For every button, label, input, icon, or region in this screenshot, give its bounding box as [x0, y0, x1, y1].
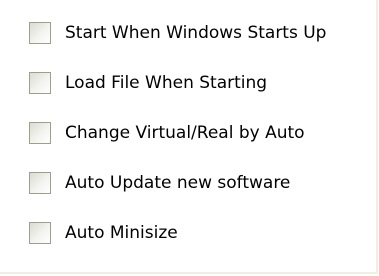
auto-update-label[interactable]: Auto Update new software	[65, 172, 290, 194]
change-virtual-real-label[interactable]: Change Virtual/Real by Auto	[65, 122, 305, 144]
auto-minisize-option[interactable]: Auto Minisize	[29, 222, 326, 244]
change-virtual-real-checkbox[interactable]	[29, 122, 51, 144]
options-panel: Start When Windows Starts Up Load File W…	[0, 0, 378, 274]
change-virtual-real-option[interactable]: Change Virtual/Real by Auto	[29, 122, 326, 144]
auto-update-option[interactable]: Auto Update new software	[29, 172, 326, 194]
load-file-when-starting-checkbox[interactable]	[29, 72, 51, 94]
start-with-windows-label[interactable]: Start When Windows Starts Up	[65, 22, 326, 44]
start-with-windows-checkbox[interactable]	[29, 22, 51, 44]
load-file-when-starting-label[interactable]: Load File When Starting	[65, 72, 267, 94]
options-list: Start When Windows Starts Up Load File W…	[29, 22, 326, 244]
load-file-when-starting-option[interactable]: Load File When Starting	[29, 72, 326, 94]
auto-minisize-checkbox[interactable]	[29, 222, 51, 244]
auto-minisize-label[interactable]: Auto Minisize	[65, 222, 178, 244]
auto-update-checkbox[interactable]	[29, 172, 51, 194]
start-with-windows-option[interactable]: Start When Windows Starts Up	[29, 22, 326, 44]
